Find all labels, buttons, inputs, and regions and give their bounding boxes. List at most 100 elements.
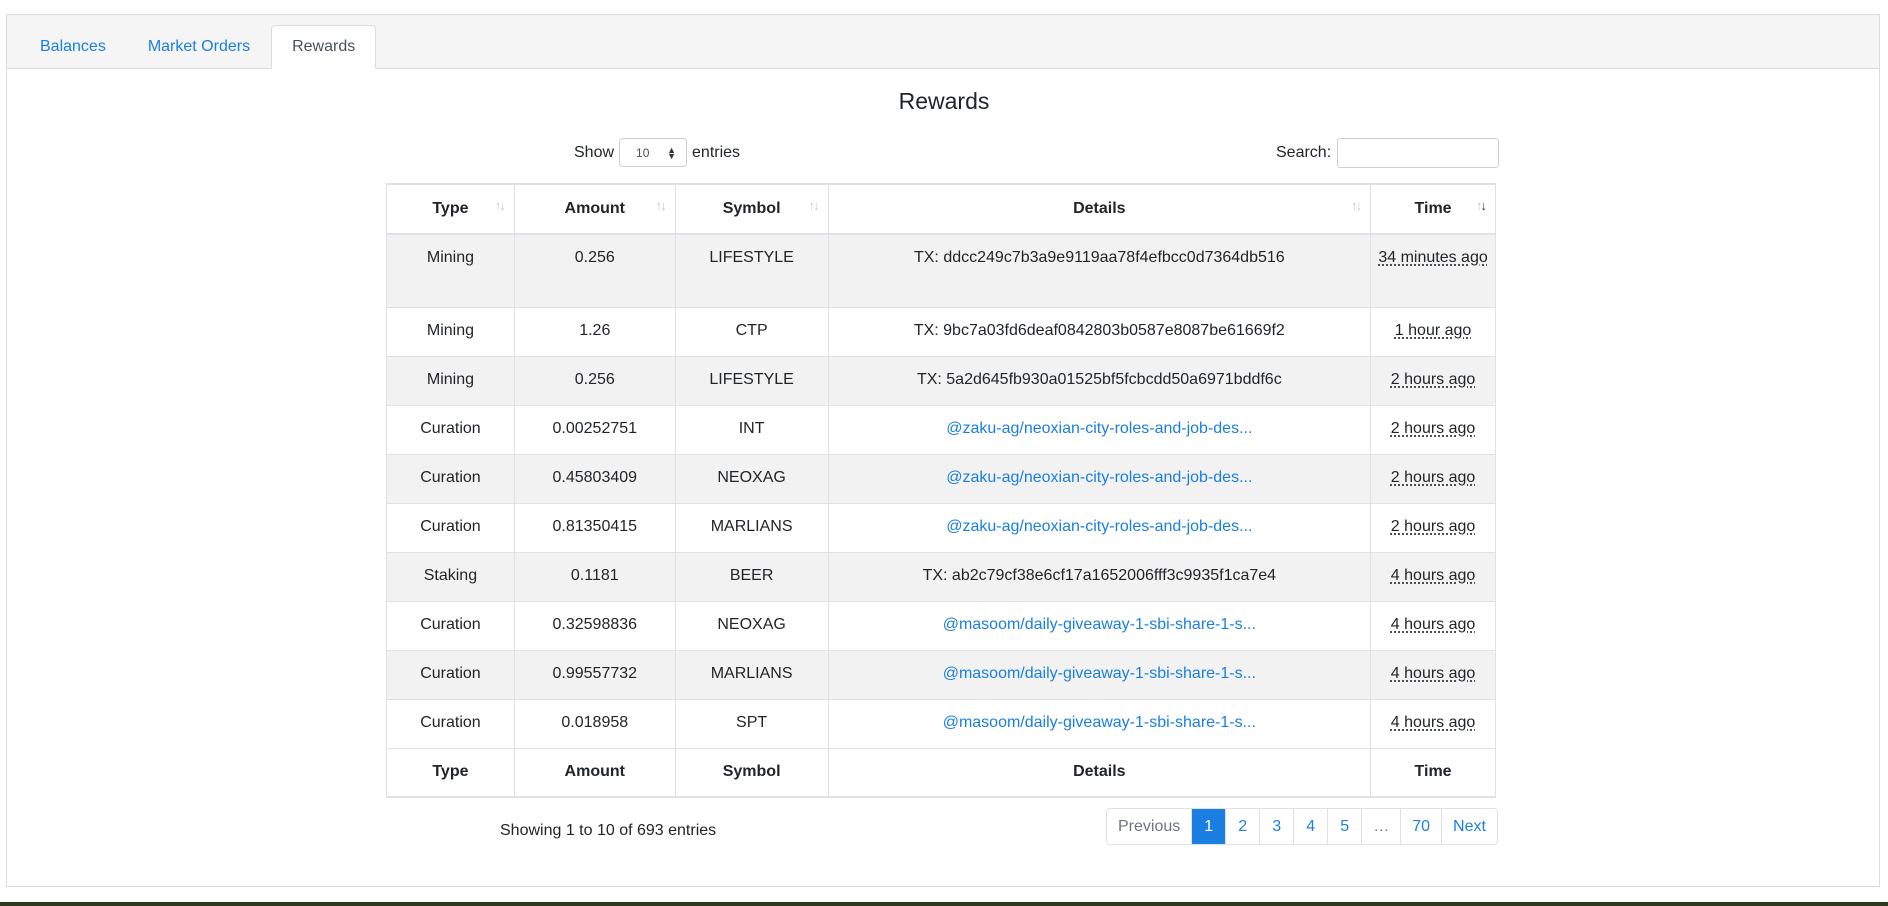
cell-details: @masoom/daily-giveaway-1-sbi-share-1-s..… (827, 698, 1372, 749)
post-link[interactable]: @zaku-ag/neoxian-city-roles-and-job-des.… (946, 518, 1252, 535)
table-row: Curation 0.018958 SPT @masoom/daily-give… (386, 698, 1496, 749)
search-label: Search: (1276, 144, 1332, 161)
post-link[interactable]: @masoom/daily-giveaway-1-sbi-share-1-s..… (943, 714, 1256, 731)
page-button-4[interactable]: 4 (1293, 809, 1328, 844)
column-header-details[interactable]: Details ↑↓ (827, 183, 1372, 235)
cell-details: @masoom/daily-giveaway-1-sbi-share-1-s..… (827, 649, 1372, 700)
cell-time: 4 hours ago (1370, 649, 1496, 700)
cell-time: 2 hours ago (1370, 355, 1496, 406)
search-input[interactable] (1337, 138, 1500, 168)
post-link[interactable]: @zaku-ag/neoxian-city-roles-and-job-des.… (946, 420, 1252, 437)
column-header-time[interactable]: Time ↑↓ (1370, 183, 1496, 235)
sort-icon: ↑↓ (494, 198, 506, 213)
column-header-symbol[interactable]: Symbol ↑↓ (674, 183, 829, 235)
next-page-button[interactable]: Next (1441, 809, 1497, 844)
cell-time: 4 hours ago (1370, 551, 1496, 602)
show-label: Show (574, 143, 615, 161)
cell-amount: 0.00252751 (513, 404, 676, 455)
cell-type: Curation (386, 698, 515, 749)
page-button-5[interactable]: 5 (1327, 809, 1362, 844)
entries-select[interactable]: 10 ▲ ▼ (619, 138, 688, 167)
cell-details: TX: 9bc7a03fd6deaf0842803b0587e8087be616… (827, 306, 1372, 357)
footer-type: Type (386, 747, 515, 798)
table-row: Mining 1.26 CTP TX: 9bc7a03fd6deaf084280… (386, 306, 1496, 357)
page-button-2[interactable]: 2 (1225, 809, 1260, 844)
post-link[interactable]: @masoom/daily-giveaway-1-sbi-share-1-s..… (943, 616, 1256, 633)
sort-icon: ↑↓ (655, 198, 667, 213)
cell-symbol: MARLIANS (674, 649, 829, 700)
cell-details: @zaku-ag/neoxian-city-roles-and-job-des.… (827, 453, 1372, 504)
tab-balances[interactable]: Balances (19, 25, 127, 68)
cell-symbol: LIFESTYLE (674, 233, 829, 308)
table-row: Mining 0.256 LIFESTYLE TX: ddcc249c7b3a9… (386, 233, 1496, 308)
table-row: Curation 0.32598836 NEOXAG @masoom/daily… (386, 600, 1496, 651)
page-button-1[interactable]: 1 (1191, 809, 1226, 844)
page-button-70[interactable]: 70 (1400, 809, 1442, 844)
previous-page-button[interactable]: Previous (1107, 809, 1192, 844)
table-info: Showing 1 to 10 of 693 entries (500, 822, 717, 839)
footer-amount: Amount (513, 747, 676, 798)
cell-type: Curation (386, 649, 515, 700)
time-value: 4 hours ago (1390, 615, 1476, 633)
cell-symbol: BEER (674, 551, 829, 602)
card-header: Balances Market Orders Rewards (7, 15, 1879, 69)
cell-amount: 0.32598836 (513, 600, 676, 651)
cell-symbol: INT (674, 404, 829, 455)
rewards-table: Type ↑↓ Amount ↑↓ Symbol ↑↓ Details ↑↓ Time ↑… (386, 183, 1496, 798)
cell-amount: 0.81350415 (513, 502, 676, 553)
table-footer-row: Type Amount Symbol Details Time (386, 747, 1496, 798)
cell-amount: 0.256 (513, 355, 676, 406)
cell-amount: 0.1181 (513, 551, 676, 602)
cell-amount: 0.018958 (513, 698, 676, 749)
cell-details: @masoom/daily-giveaway-1-sbi-share-1-s..… (827, 600, 1372, 651)
cell-type: Mining (386, 233, 515, 308)
page-button-3[interactable]: 3 (1259, 809, 1294, 844)
cell-symbol: CTP (674, 306, 829, 357)
entries-length-control: Show 10 ▲ ▼ entries (574, 138, 740, 167)
time-value: 2 hours ago (1390, 517, 1476, 535)
time-value: 1 hour ago (1394, 321, 1472, 339)
cell-amount: 1.26 (513, 306, 676, 357)
cell-time: 2 hours ago (1370, 404, 1496, 455)
column-header-type[interactable]: Type ↑↓ (386, 183, 515, 235)
cell-symbol: MARLIANS (674, 502, 829, 553)
cell-amount: 0.99557732 (513, 649, 676, 700)
time-value: 4 hours ago (1390, 713, 1476, 731)
cell-type: Curation (386, 404, 515, 455)
tab-market-orders[interactable]: Market Orders (127, 25, 271, 68)
cell-symbol: LIFESTYLE (674, 355, 829, 406)
table-row: Mining 0.256 LIFESTYLE TX: 5a2d645fb930a… (386, 355, 1496, 406)
post-link[interactable]: @masoom/daily-giveaway-1-sbi-share-1-s..… (943, 665, 1256, 682)
cell-details: @zaku-ag/neoxian-city-roles-and-job-des.… (827, 404, 1372, 455)
cell-symbol: NEOXAG (674, 453, 829, 504)
table-header-row: Type ↑↓ Amount ↑↓ Symbol ↑↓ Details ↑↓ Time ↑… (386, 183, 1496, 235)
time-value: 4 hours ago (1390, 664, 1476, 682)
page-title: Rewards (898, 88, 990, 114)
table-row: Curation 0.45803409 NEOXAG @zaku-ag/neox… (386, 453, 1496, 504)
footer-time: Time (1370, 747, 1496, 798)
tab-rewards[interactable]: Rewards (271, 25, 377, 69)
table-row: Curation 0.00252751 INT @zaku-ag/neoxian… (386, 404, 1496, 455)
post-link[interactable]: @zaku-ag/neoxian-city-roles-and-job-des.… (946, 469, 1252, 486)
cell-details: TX: 5a2d645fb930a01525bf5fcbcdd50a6971bd… (827, 355, 1372, 406)
time-value: 2 hours ago (1390, 419, 1476, 437)
cell-details: TX: ab2c79cf38e6cf17a1652006fff3c9935f1c… (827, 551, 1372, 602)
pagination: Previous 1 2 3 4 5 … 70 Next (1106, 808, 1498, 845)
column-header-amount[interactable]: Amount ↑↓ (513, 183, 676, 235)
cell-type: Curation (386, 453, 515, 504)
search-control: Search: (1276, 138, 1500, 168)
sort-desc-icon: ↑↓ (1476, 198, 1487, 213)
table-row: Staking 0.1181 BEER TX: ab2c79cf38e6cf17… (386, 551, 1496, 602)
cell-symbol: NEOXAG (674, 600, 829, 651)
cell-amount: 0.45803409 (513, 453, 676, 504)
table-row: Curation 0.99557732 MARLIANS @masoom/dai… (386, 649, 1496, 700)
cell-symbol: SPT (674, 698, 829, 749)
bottom-strip (0, 902, 1888, 906)
sort-icon: ↑↓ (808, 198, 820, 213)
page-ellipsis: … (1361, 809, 1401, 844)
cell-time: 4 hours ago (1370, 698, 1496, 749)
cell-amount: 0.256 (513, 233, 676, 308)
cell-time: 4 hours ago (1370, 600, 1496, 651)
time-value: 34 minutes ago (1378, 249, 1488, 266)
cell-details: TX: ddcc249c7b3a9e9119aa78f4efbcc0d7364d… (827, 233, 1372, 308)
